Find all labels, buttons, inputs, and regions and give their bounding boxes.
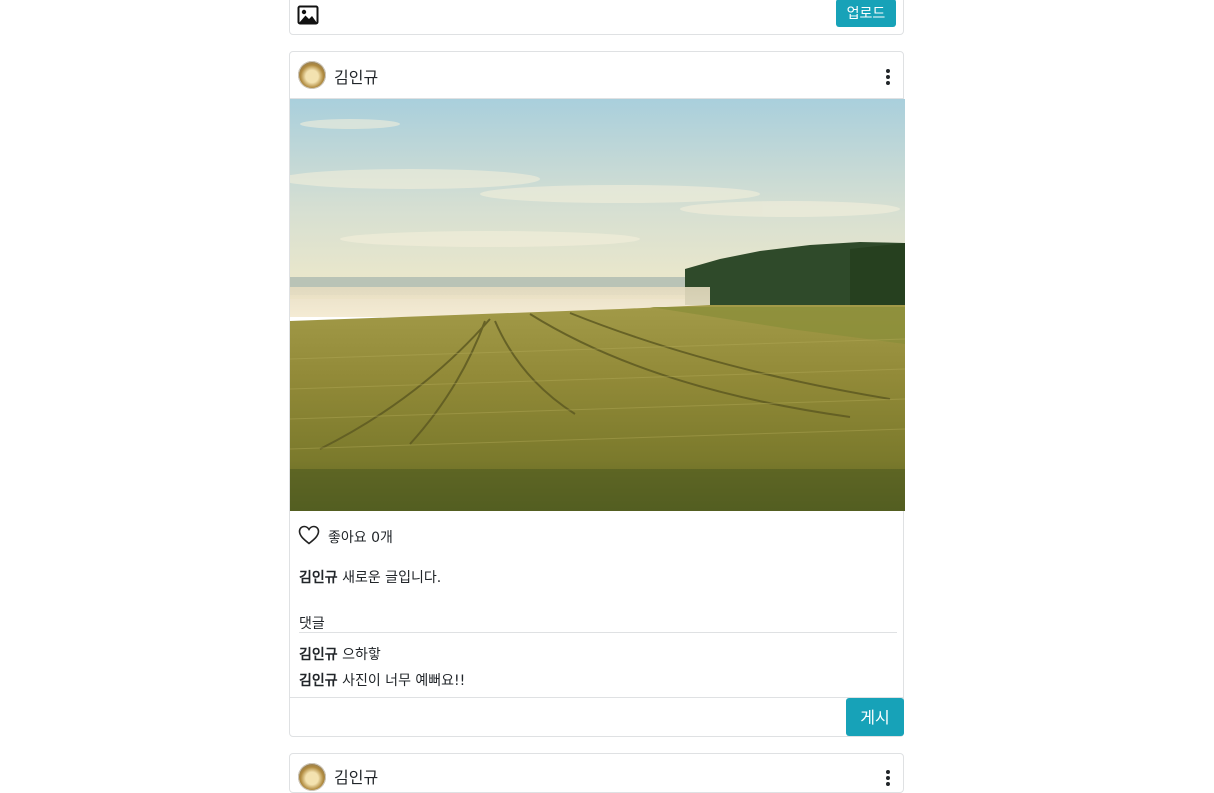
avatar[interactable] [298,61,326,89]
comment-text: 으하핳 [342,647,381,663]
comment-item: 김인규 으하핳 [299,644,381,664]
comment-input[interactable] [299,632,897,633]
image-icon[interactable] [297,4,319,30]
post-author[interactable]: 김인규 [334,64,378,88]
post-card: 김인규 좋아요 0개 김인규 새로운 글입니다. 댓글 김인규 으하핳 김인규 … [289,51,905,737]
comment-label: 댓글 [299,616,325,632]
caption-text: 새로운 글입니다. [342,570,442,586]
avatar[interactable] [298,763,326,791]
upload-button[interactable]: 업로드 [836,0,896,27]
comment-item: 김인규 사진이 너무 예뻐요!! [299,670,465,690]
post-author[interactable]: 김인규 [334,764,378,788]
more-vertical-icon[interactable] [886,69,890,85]
like-count: 좋아요 0개 [328,530,393,546]
more-vertical-icon[interactable] [886,770,890,786]
heart-outline-icon[interactable] [298,525,320,549]
post-caption: 김인규 새로운 글입니다. [299,567,441,587]
submit-comment-button[interactable]: 게시 [846,698,904,736]
upload-card: 업로드 [289,0,904,35]
post-header: 김인규 [290,52,903,99]
post-footer-divider [290,697,903,698]
comment-author[interactable]: 김인규 [299,673,338,689]
caption-author[interactable]: 김인규 [299,570,338,586]
post-image [290,99,905,511]
like-row: 좋아요 0개 [298,525,393,549]
comment-text: 사진이 너무 예뻐요!! [342,673,466,689]
next-post-card: 김인규 [289,753,904,793]
comment-author[interactable]: 김인규 [299,647,338,663]
